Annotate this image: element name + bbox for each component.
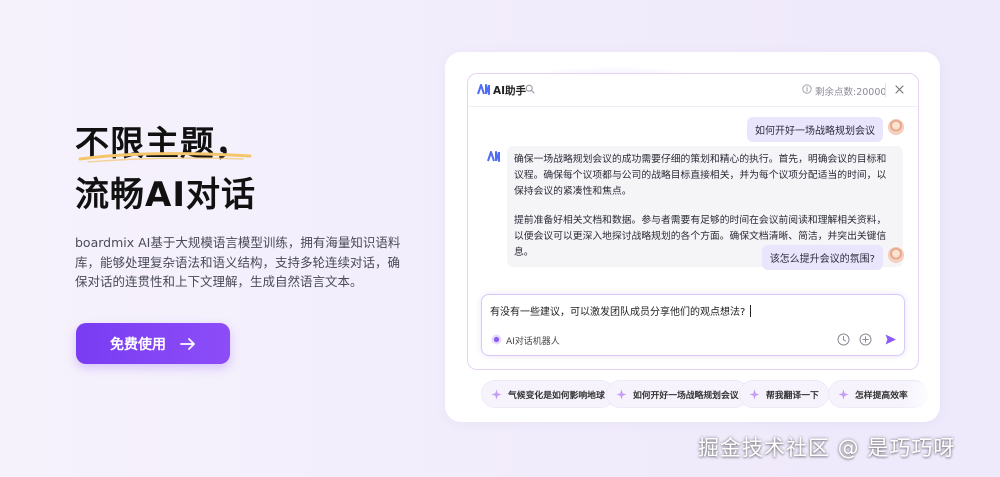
user-message: 该怎么提升会议的氛围?	[761, 245, 883, 270]
title-underline-decoration	[78, 152, 252, 163]
hero-description: boardmix AI基于大规模语言模型训练，拥有海量知识语料库，能够处理复杂语…	[75, 235, 401, 289]
suggestion-chip[interactable]: 帮我翻译一下	[739, 380, 829, 408]
sparkle-icon	[749, 389, 760, 399]
plus-circle-icon[interactable]	[859, 333, 872, 346]
user-avatar	[888, 247, 904, 263]
clock-icon[interactable]	[837, 333, 850, 346]
suggestion-chip[interactable]: 如何开好一场战略规划会议	[606, 380, 749, 408]
chat-input-value: 有没有一些建议，可以激发团队成员分享他们的观点想法?	[490, 307, 746, 318]
free-use-button-label: 免费使用	[110, 336, 166, 353]
ai-brand-icon	[477, 84, 490, 95]
panel-title: AI助手	[493, 85, 527, 97]
send-icon[interactable]	[884, 333, 897, 346]
free-use-button[interactable]: 免费使用	[76, 323, 230, 364]
ai-assistant-panel: AI助手 剩余点数:20000 如何开好一场战略规划会议 确保一场战略规划会议的…	[467, 73, 919, 370]
header-divider	[885, 83, 886, 97]
suggestion-chip-label: 怎样提高效率	[855, 390, 908, 401]
chips-fade-right	[902, 382, 940, 408]
text-caret	[750, 304, 752, 317]
info-icon	[802, 84, 812, 94]
ai-assistant-avatar-icon	[487, 151, 500, 162]
chips-fade-left	[445, 382, 483, 408]
watermark: 掘金技术社区 @ 是巧巧呀	[698, 436, 956, 460]
suggestion-chip-label: 气候变化是如何影响地球	[508, 390, 605, 401]
suggestion-chips: 气候变化是如何影响地球 如何开好一场战略规划会议 帮我翻译一下 怎样提高效率	[445, 380, 940, 408]
assistant-paragraph: 确保一场战略规划会议的成功需要仔细的策划和精心的执行。首先，明确会议的目标和议程…	[514, 154, 887, 197]
robot-selector-label[interactable]: AI对话机器人	[506, 334, 560, 347]
close-icon[interactable]	[895, 85, 904, 94]
hero-title-line2: 流畅AI对话	[75, 175, 256, 215]
search-icon[interactable]	[525, 84, 535, 94]
suggestion-chip-label: 帮我翻译一下	[766, 390, 819, 401]
sparkle-icon	[491, 389, 502, 399]
user-message: 如何开好一场战略规划会议	[747, 117, 883, 142]
ai-assistant-showcase-card: AI助手 剩余点数:20000 如何开好一场战略规划会议 确保一场战略规划会议的…	[445, 52, 940, 422]
sparkle-icon	[838, 389, 849, 399]
chat-input-box[interactable]: 有没有一些建议，可以激发团队成员分享他们的观点想法? AI对话机器人	[481, 294, 905, 356]
arrow-right-icon	[180, 337, 195, 350]
suggestion-chip[interactable]: 气候变化是如何影响地球	[481, 380, 615, 408]
remaining-points: 剩余点数:20000	[815, 87, 887, 98]
robot-icon	[491, 334, 502, 345]
user-avatar	[888, 119, 904, 135]
suggestion-chip-label: 如何开好一场战略规划会议	[633, 390, 739, 401]
chat-input[interactable]: 有没有一些建议，可以激发团队成员分享他们的观点想法?	[490, 303, 752, 318]
panel-header: AI助手 剩余点数:20000	[468, 74, 918, 107]
sparkle-icon	[616, 389, 627, 399]
